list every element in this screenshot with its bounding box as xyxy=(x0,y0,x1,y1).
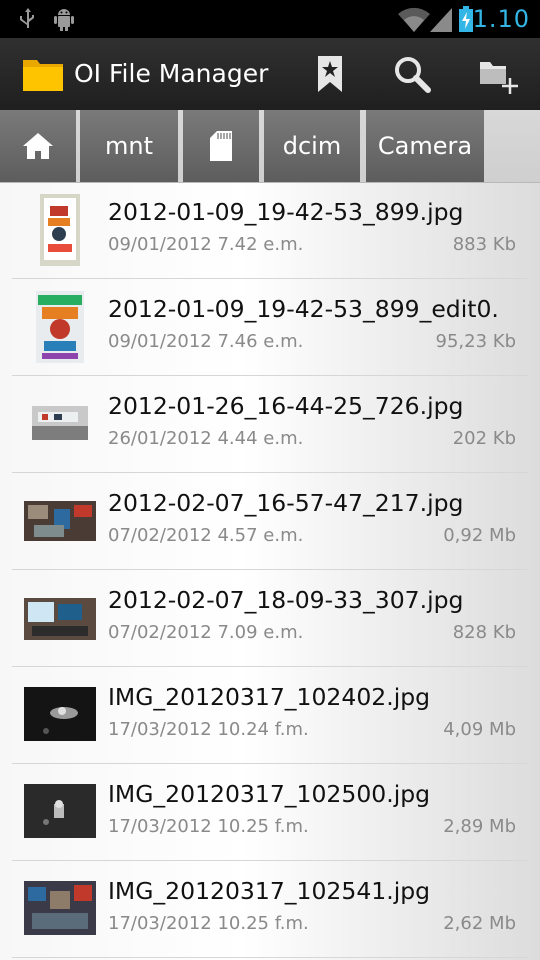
file-date: 26/01/2012 4.44 e.m. xyxy=(108,428,304,449)
file-size: 2,62 Mb xyxy=(443,913,516,934)
android-debug-icon xyxy=(54,9,74,31)
crumb-camera[interactable]: Camera xyxy=(366,110,484,182)
file-size: 202 Kb xyxy=(452,428,516,449)
list-item[interactable]: IMG_20120317_102541.jpg 17/03/2012 10.25… xyxy=(12,861,528,958)
file-name: 2012-01-26_16-44-25_726.jpg xyxy=(108,392,464,420)
file-size: 883 Kb xyxy=(452,234,516,255)
thumbnail xyxy=(24,687,96,741)
file-date: 17/03/2012 10.25 f.m. xyxy=(108,816,309,837)
file-name: 2012-01-09_19-42-53_899_edit0. xyxy=(108,295,499,323)
file-name: IMG_20120317_102541.jpg xyxy=(108,877,431,905)
file-size: 2,89 Mb xyxy=(443,816,516,837)
list-item[interactable]: IMG_20120317_102402.jpg 17/03/2012 10.24… xyxy=(12,667,528,764)
file-size: 0,92 Mb xyxy=(443,525,516,546)
thumbnail xyxy=(24,784,96,838)
file-size: 4,09 Mb xyxy=(443,719,516,740)
list-item[interactable]: IMG_20120317_102500.jpg 17/03/2012 10.25… xyxy=(12,764,528,861)
signal-icon xyxy=(430,8,452,32)
search-icon[interactable] xyxy=(388,52,436,96)
list-item[interactable]: 2012-01-09_19-42-53_899.jpg 09/01/2012 7… xyxy=(12,182,528,279)
app-title: OI File Manager xyxy=(74,59,269,88)
file-date: 07/02/2012 7.09 e.m. xyxy=(108,622,304,643)
file-date: 07/02/2012 4.57 e.m. xyxy=(108,525,304,546)
home-icon xyxy=(23,133,53,159)
action-bar: OI File Manager xyxy=(0,38,540,110)
bookmark-icon[interactable] xyxy=(306,52,354,96)
file-name: IMG_20120317_102402.jpg xyxy=(108,683,431,711)
clock: 1.10 xyxy=(472,5,530,33)
file-size: 95,23 Kb xyxy=(435,331,516,352)
file-date: 17/03/2012 10.24 f.m. xyxy=(108,719,309,740)
thumbnail xyxy=(40,194,80,266)
list-item[interactable]: 2012-01-09_19-42-53_899_edit0. 09/01/201… xyxy=(12,279,528,376)
file-name: IMG_20120317_102500.jpg xyxy=(108,780,431,808)
thumbnail xyxy=(24,881,96,935)
crumb-dcim[interactable]: dcim xyxy=(264,110,360,182)
folder-icon[interactable] xyxy=(22,56,64,92)
sdcard-icon xyxy=(210,131,232,161)
thumbnail xyxy=(24,501,96,541)
file-list: 2012-01-09_19-42-53_899.jpg 09/01/2012 7… xyxy=(0,182,540,958)
file-date: 17/03/2012 10.25 f.m. xyxy=(108,913,309,934)
status-bar: 1.10 xyxy=(0,0,540,38)
file-size: 828 Kb xyxy=(452,622,516,643)
list-item[interactable]: 2012-02-07_16-57-47_217.jpg 07/02/2012 4… xyxy=(12,473,528,570)
list-item[interactable]: 2012-01-26_16-44-25_726.jpg 26/01/2012 4… xyxy=(12,376,528,473)
wifi-icon xyxy=(398,7,430,32)
file-name: 2012-01-09_19-42-53_899.jpg xyxy=(108,198,464,226)
file-date: 09/01/2012 7.46 e.m. xyxy=(108,331,304,352)
file-date: 09/01/2012 7.42 e.m. xyxy=(108,234,304,255)
list-item[interactable]: 2012-02-07_18-09-33_307.jpg 07/02/2012 7… xyxy=(12,570,528,667)
crumb-home[interactable] xyxy=(0,110,76,182)
thumbnail xyxy=(36,291,84,363)
crumb-sdcard[interactable] xyxy=(183,110,259,182)
usb-icon xyxy=(20,8,34,28)
file-name: 2012-02-07_16-57-47_217.jpg xyxy=(108,489,464,517)
new-folder-icon[interactable] xyxy=(472,52,520,96)
thumbnail xyxy=(32,406,88,440)
file-name: 2012-02-07_18-09-33_307.jpg xyxy=(108,586,464,614)
crumb-mnt[interactable]: mnt xyxy=(80,110,178,182)
path-bar: mnt dcim Camera xyxy=(0,110,540,183)
thumbnail xyxy=(24,598,96,640)
